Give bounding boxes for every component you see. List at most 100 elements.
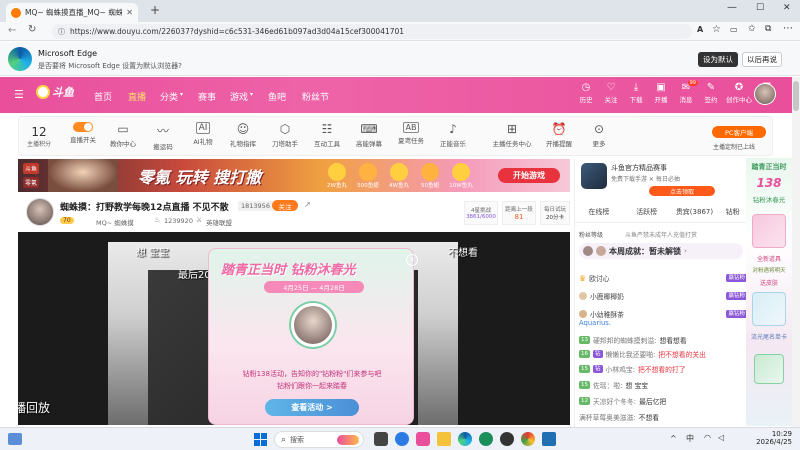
start-button[interactable] (254, 433, 267, 446)
video-player[interactable]: 想 宝宝 最后20 不想看 踏青正当时 钻粉沐春光 4月25日 — 4月28日 … (18, 232, 570, 425)
favorite-icon[interactable]: ☆ (712, 24, 721, 35)
tab-vip-rank[interactable]: 贵宾(3867) (671, 207, 719, 222)
rank-user-row[interactable]: 小鹿椰椰奶 赢钻粉 (579, 291, 747, 301)
url-field[interactable]: ⓘ https://www.douyu.com/226037?dyshid=c6… (52, 24, 692, 39)
app-icon-4[interactable] (500, 432, 514, 446)
pc-client-button[interactable]: PC客户端 (712, 126, 766, 138)
browser-tab[interactable]: MQ~ 蜘蛛摸直播_MQ~ 蜘蛛摸剪 ✕ (6, 3, 138, 22)
menu-icon[interactable]: ☰ (14, 88, 24, 101)
nav-games[interactable]: 游戏 (230, 90, 248, 103)
toggle-icon[interactable] (73, 122, 93, 132)
tool-transport-code[interactable]: 〰搬运码 (145, 122, 181, 151)
rank-user-row[interactable]: 小幼稚酥茶 赢钻粉 (579, 309, 747, 319)
tool-teach-center[interactable]: ▭ 教你中心 (105, 122, 141, 148)
user-avatar[interactable] (754, 83, 776, 105)
file-explorer-icon[interactable] (437, 432, 451, 446)
download-button[interactable]: ⤓ 下载 (624, 82, 648, 104)
tool-more[interactable]: ⊙ 更多 (585, 122, 613, 148)
volume-icon[interactable]: ◁ (718, 433, 724, 442)
douyu-logo[interactable]: 斗鱼 (36, 84, 74, 100)
read-aloud-icon[interactable]: A (697, 25, 703, 34)
ime-indicator[interactable]: 中 (686, 433, 694, 444)
stat-daily-trial[interactable]: 每日试玩 20分卡 (540, 201, 570, 225)
set-default-button[interactable]: 设为默认 (698, 52, 738, 67)
taskbar-search[interactable]: ⌕ 搜索 (274, 431, 364, 448)
nav-category[interactable]: 分类 (160, 90, 178, 103)
contract-button[interactable]: ✎ 签约 (699, 82, 723, 104)
tab-active-rank[interactable]: 活跃榜 (623, 207, 671, 222)
scrollbar-thumb[interactable] (793, 81, 799, 111)
maximize-icon[interactable]: ☐ (756, 3, 764, 13)
new-tab-icon[interactable]: + (150, 3, 160, 17)
close-window-icon[interactable]: ✕ (783, 3, 791, 13)
overlay-text-left: 想 宝宝 (136, 248, 170, 259)
tool-anchor-task[interactable]: ⊞ 主播任务中心 (489, 122, 535, 148)
search-icon: ⌕ (281, 434, 287, 445)
start-stream-button[interactable]: ▣ 开播 (649, 82, 673, 104)
tool-live-switch[interactable]: 直播开关 (65, 122, 101, 144)
side-ad[interactable]: 斗鱼官方精品赛事 免费下载手游 ✕ 每日必抽 点击领取 (579, 161, 747, 197)
stat-star-challenge[interactable]: 4星挑战 3861/6000 (464, 201, 498, 225)
tool-music[interactable]: ♪ 正能音乐 (435, 122, 471, 148)
tool-dota-helper[interactable]: ⬡ 刀塔助手 (267, 122, 303, 148)
game-banner[interactable]: 斗鱼 零氪 零氪 玩转 搜打撤 2W鱼丸 500鱼翅 4W鱼丸 50鱼翅 10W… (18, 159, 570, 192)
activity-side-deco[interactable]: 踏青正当时 138 钻粉沐春光 全新道具 对粉遇将明天 送皮肤 流光尾名单卡 (746, 158, 792, 426)
start-game-button[interactable]: 开始游戏 (498, 168, 560, 183)
tool-live-reminder[interactable]: ⏰ 开播提醒 (541, 122, 577, 148)
tool-gift-commander[interactable]: ☺ 礼物指挥 (225, 122, 261, 148)
tool-summer-task[interactable]: AB 夏鸢任务 (393, 122, 429, 145)
close-tab-icon[interactable]: ✕ (126, 8, 133, 17)
app-icon-1[interactable] (395, 432, 409, 446)
app-icon-2[interactable] (416, 432, 430, 446)
back-icon[interactable]: ← (8, 25, 16, 36)
tool-danmaku[interactable]: ⌨ 高能弹幕 (351, 122, 387, 148)
tool-interaction[interactable]: ☷ 互动工具 (309, 122, 345, 148)
minimize-icon[interactable]: — (727, 2, 737, 13)
history-button[interactable]: ◷ 历史 (574, 82, 598, 104)
edge-taskbar-icon[interactable] (458, 432, 472, 446)
nav-events[interactable]: 赛事 (198, 90, 216, 103)
creator-center-button[interactable]: ✪ 创作中心 (724, 82, 754, 104)
follow-button[interactable]: ♡ 关注 (599, 82, 623, 104)
close-popup-icon[interactable]: ✕ (406, 254, 418, 266)
anchor-score[interactable]: 12 主播积分 (27, 125, 51, 148)
rank-user-row[interactable]: ♛ 欧讨心 赢钻粉 (579, 273, 747, 283)
task-view-icon[interactable] (374, 432, 388, 446)
collections-icon[interactable]: ⧉ (765, 24, 771, 34)
ad-claim-button[interactable]: 点击领取 (649, 186, 715, 196)
stat-next-segment[interactable]: 距离上一段 81 (502, 201, 536, 225)
nav-fishbar[interactable]: 鱼吧 (268, 90, 286, 103)
widget-icon[interactable] (8, 433, 22, 445)
clock[interactable]: 10:29 2026/4/25 (744, 430, 792, 446)
nav-live[interactable]: 直播 (128, 90, 146, 103)
achievement-bar[interactable]: 本周成就：暂未解锁 › (579, 243, 743, 259)
anchor-level-badge: 70 (60, 217, 74, 224)
app-icon-3[interactable] (479, 432, 493, 446)
tray-chevron-icon[interactable]: ^ (670, 434, 677, 443)
anchor-name[interactable]: MQ~ 蜘蛛摸 (96, 217, 134, 227)
app-icon-5[interactable] (542, 432, 556, 446)
share-icon[interactable]: ↗ (304, 200, 311, 209)
game-name[interactable]: 英雄联盟 (206, 217, 232, 227)
streamer-avatar[interactable] (26, 198, 54, 226)
view-activity-button[interactable]: 查看活动 > (265, 399, 359, 416)
messages-button[interactable]: ✉ 消息 99 (674, 80, 698, 104)
fan-badge: 钻 (593, 365, 603, 373)
wifi-icon[interactable]: ◠ (704, 433, 711, 442)
favorites-bar-icon[interactable]: ✩ (748, 24, 756, 34)
split-screen-icon[interactable]: ▭ (730, 25, 738, 34)
refresh-icon[interactable]: ↻ (28, 24, 36, 35)
later-button[interactable]: 以后再说 (742, 52, 782, 67)
chevron-down-icon: ▾ (250, 91, 254, 98)
tab-online-rank[interactable]: 在线榜 (575, 207, 623, 222)
tool-ai-gift[interactable]: AI AI礼物 (185, 122, 221, 146)
more-icon[interactable]: ⋯ (783, 23, 793, 34)
camera-icon: ▣ (656, 82, 666, 93)
tab-diamond-fans[interactable]: 钻粉 (718, 207, 747, 222)
chrome-icon[interactable] (521, 432, 535, 446)
nav-home[interactable]: 首页 (94, 90, 112, 103)
message-count-badge: 99 (687, 80, 698, 86)
follow-button[interactable]: 关注 (272, 200, 298, 211)
nav-fan-festival[interactable]: 粉丝节 (302, 90, 329, 103)
page-scrollbar[interactable] (792, 77, 800, 427)
